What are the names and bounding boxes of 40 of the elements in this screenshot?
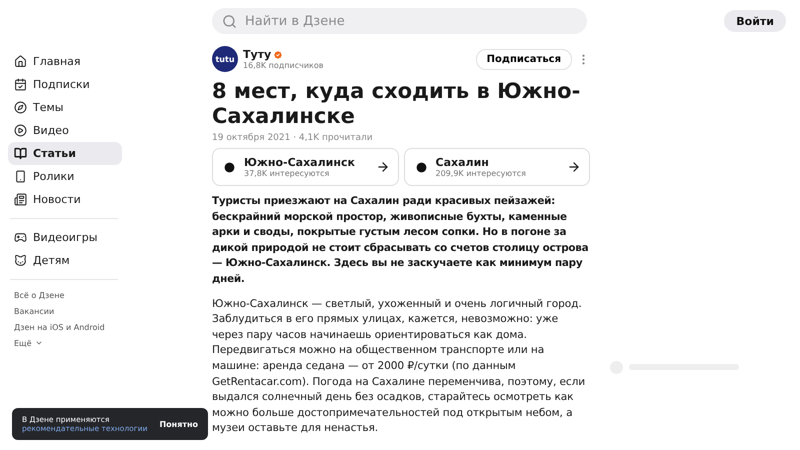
phone-icon <box>14 170 27 183</box>
sidebar-item[interactable]: Подписки <box>8 73 122 96</box>
lead-paragraph: Туристы приезжают на Сахалин ради красивых пейзажей: бескрайний морской простор, живописные бухты, каменные арки и своды, покрытые густым лесом сопки. Но в погоне за дикой природой не стоит сбрасывать со счетов столицу острова — Южно-Сахалинск. Здесь вы не заскучаете как минимум пару дней. <box>212 194 590 287</box>
chevron-down-icon <box>34 339 43 347</box>
arrow-right-icon <box>567 160 581 174</box>
play-icon <box>14 124 27 137</box>
sidebar-item[interactable]: Детям <box>8 249 122 272</box>
search-icon <box>222 14 237 28</box>
newspaper-icon <box>14 193 27 206</box>
sidebar-item[interactable]: Видео <box>8 119 122 142</box>
gamepad-icon <box>14 231 27 244</box>
more-link[interactable]: Ещё <box>8 335 212 351</box>
calendar-check-icon <box>14 78 27 91</box>
sidebar-item[interactable]: Ролики <box>8 165 122 188</box>
article-meta: 19 октября 2021 · 4,1K прочитали <box>212 133 374 143</box>
topic-count: 37,8K интересуются <box>244 169 330 178</box>
topic-card[interactable]: Южно-Сахалинск 37,8K интересуются <box>212 148 398 186</box>
footer-link[interactable]: Дзен на iOS и Android <box>8 319 212 335</box>
topic-name: Южно-Сахалинск <box>244 156 356 169</box>
topic-name: Сахалин <box>436 156 490 169</box>
cat-icon <box>14 254 27 267</box>
topic-card[interactable]: Сахалин 209,9K интересуются <box>404 148 590 186</box>
body-paragraph: Южно-Сахалинск — светлый, ухоженный и очень логичный город. Заблудиться в его прямых улицах, кажется, невозможно: уже через пару часов начинаешь ориентироваться как дома. Передвигаться можно на общественном транспорте или на машине: аренда седана — от 2000 ₽/сутки (по данным GetRentacar.com). Погода на Сахалине переменчива, поэтому, если выдался солнечный день без осадков, старайтесь осмотреть как можно больше достопримечательностей под открытым небом, а музеи оставьте для ненастья. <box>212 296 586 436</box>
sidebar-item[interactable]: Новости <box>8 188 122 211</box>
sidebar-item[interactable]: Темы <box>8 96 122 119</box>
footer-link[interactable]: Вакансии <box>8 303 212 319</box>
topic-count: 209,9K интересуются <box>436 169 527 178</box>
toast-button[interactable]: Понятно <box>159 420 198 428</box>
channel-name[interactable]: Туту <box>243 48 471 61</box>
login-button[interactable]: Войти <box>724 10 786 32</box>
home-icon <box>14 55 27 68</box>
book-icon <box>14 147 27 160</box>
article-title: 8 мест, куда сходить в Южно-Сахалинске <box>212 79 582 129</box>
subscribe-button[interactable]: Подписаться <box>476 48 572 70</box>
sidebar-item[interactable]: Главная <box>8 50 122 73</box>
subscriber-count: 16,8K подписчиков <box>243 61 324 70</box>
channel-logo[interactable]: tutu <box>212 46 238 72</box>
sidebar-item[interactable]: Видеоигры <box>8 226 122 249</box>
sidebar-item[interactable]: Статьи <box>8 142 122 165</box>
footer-link[interactable]: Всё о Дзене <box>8 287 212 303</box>
